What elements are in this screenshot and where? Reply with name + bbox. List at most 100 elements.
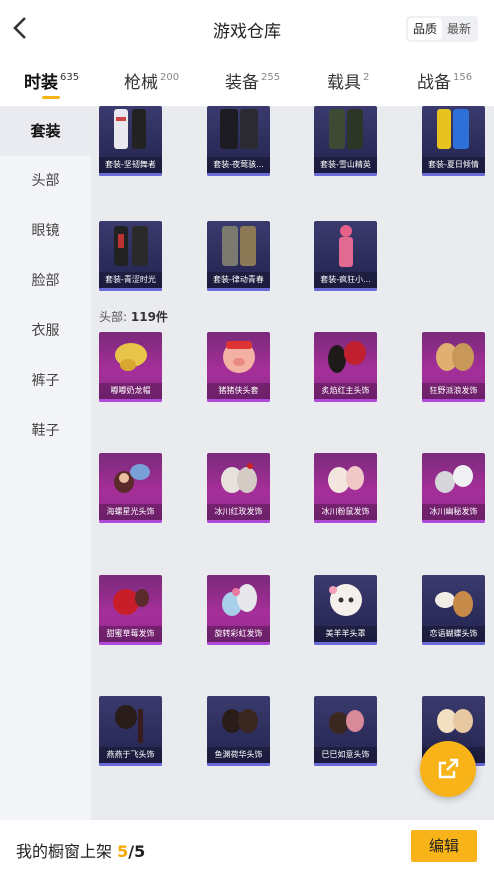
bun-hair-icon: [213, 698, 264, 744]
item-card[interactable]: 冰川红玫发饰: [207, 453, 270, 523]
item-label: 甜蜜草莓发饰: [99, 626, 162, 642]
item-label: 套装-夏日倾情: [422, 157, 485, 173]
tab-label: 时装: [24, 73, 58, 93]
sidebar-item-suits[interactable]: 套装: [0, 106, 91, 156]
sidebar-item-shoes[interactable]: 鞋子: [0, 406, 91, 456]
item-card[interactable]: 套装-坚韧舞者: [99, 106, 162, 176]
item-card[interactable]: 甜蜜草莓发饰: [99, 575, 162, 645]
section-prefix: 头部:: [99, 310, 128, 324]
tab-count: 200: [160, 72, 180, 83]
sort-quality-option[interactable]: 品质: [407, 18, 442, 40]
dark-outfit-icon: [213, 108, 264, 154]
item-label: 海螺星光头饰: [99, 504, 162, 520]
silver-hair-icon: [428, 455, 479, 501]
sheep-mask-icon: [320, 577, 371, 623]
item-label: 套装-青涩时光: [99, 272, 162, 288]
section-header-head: 头部: 119件: [99, 308, 168, 325]
red-hair-icon: [320, 334, 371, 380]
edit-button[interactable]: 编辑: [411, 830, 477, 862]
tab-count: 156: [453, 72, 473, 83]
item-card[interactable]: 燕燕于飞头饰: [99, 696, 162, 766]
tab-fashion[interactable]: 时装 635: [24, 68, 79, 93]
item-label: 旋转彩虹发饰: [207, 626, 270, 642]
item-label: 冰川幽秘发饰: [422, 504, 485, 520]
showcase-total: 5: [134, 842, 146, 861]
rose-hair-icon: [213, 455, 264, 501]
subcategory-sidebar: 套装 头部 眼镜 脸部 衣服 裤子 鞋子: [0, 106, 91, 820]
item-card[interactable]: 恋语蝴蝶头饰: [422, 575, 485, 645]
item-card[interactable]: 嘟嘟奶龙帽: [99, 332, 162, 402]
sort-newest-option[interactable]: 最新: [442, 18, 476, 40]
youth-outfit-icon: [213, 223, 264, 269]
tab-guns[interactable]: 枪械 200: [124, 68, 179, 93]
camo-outfit-icon: [320, 108, 371, 154]
item-card[interactable]: 美羊羊头罩: [314, 575, 377, 645]
sidebar-item-pants[interactable]: 裤子: [0, 356, 91, 406]
school-outfit-icon: [105, 223, 156, 269]
item-label: 套装-雪山精英: [314, 157, 377, 173]
pig-mask-icon: [213, 334, 264, 380]
item-label: 鱼渊荷华头饰: [207, 747, 270, 763]
rainbow-hair-icon: [213, 577, 264, 623]
category-tabs: 时装 635 枪械 200 装备 255 载具 2 战备 156: [0, 58, 494, 106]
showcase-footer: 我的橱窗上架 5/5 编辑: [0, 820, 494, 875]
braid-hair-icon: [105, 698, 156, 744]
showcase-label: 我的橱窗上架: [16, 842, 113, 861]
yellow-hat-icon: [105, 334, 156, 380]
item-label: 美羊羊头罩: [314, 626, 377, 642]
item-card[interactable]: 炙焰红主头饰: [314, 332, 377, 402]
pink-outfit-icon: [320, 223, 371, 269]
item-card[interactable]: 冰川粉鼠发饰: [314, 453, 377, 523]
item-card[interactable]: 狂野派浪发饰: [422, 332, 485, 402]
share-button[interactable]: [420, 741, 476, 797]
tab-supplies[interactable]: 战备 156: [417, 68, 472, 93]
item-grid: 套装-坚韧舞者 套装-夜莺骇... 套装-雪山精英 套装-夏日倾情 套装-青涩时…: [91, 106, 494, 820]
tab-count: 635: [60, 72, 80, 83]
item-label: 嘟嘟奶龙帽: [99, 383, 162, 399]
item-card[interactable]: 鱼渊荷华头饰: [207, 696, 270, 766]
strawberry-hair-icon: [105, 577, 156, 623]
item-card[interactable]: 巳巳如意头饰: [314, 696, 377, 766]
sort-toggle[interactable]: 品质 最新: [405, 16, 478, 42]
wavy-hair-icon: [428, 334, 479, 380]
item-label: 炙焰红主头饰: [314, 383, 377, 399]
item-label: 巳巳如意头饰: [314, 747, 377, 763]
sidebar-item-face[interactable]: 脸部: [0, 256, 91, 306]
tab-equipment[interactable]: 装备 255: [225, 68, 280, 93]
tab-vehicles[interactable]: 载具 2: [327, 68, 369, 93]
item-card[interactable]: 套装-律动青春: [207, 221, 270, 291]
item-label: 套装-坚韧舞者: [99, 157, 162, 173]
butterfly-hair-icon: [428, 577, 479, 623]
summer-outfit-icon: [428, 108, 479, 154]
sidebar-item-glasses[interactable]: 眼镜: [0, 206, 91, 256]
item-card[interactable]: 套装-疯狂小...: [314, 221, 377, 291]
item-card[interactable]: 套装-夜莺骇...: [207, 106, 270, 176]
showcase-status: 我的橱窗上架 5/5: [16, 838, 145, 862]
item-card[interactable]: 套装-青涩时光: [99, 221, 162, 291]
blonde-hair-icon: [428, 698, 479, 744]
item-label: 狂野派浪发饰: [422, 383, 485, 399]
tab-count: 2: [363, 72, 370, 83]
tab-count: 255: [261, 72, 281, 83]
top-bar: 游戏仓库 品质 最新: [0, 0, 494, 58]
active-tab-indicator: [42, 96, 60, 99]
section-count: 119件: [130, 310, 168, 324]
item-label: 套装-夜莺骇...: [207, 157, 270, 173]
item-card[interactable]: 猪猪侠头套: [207, 332, 270, 402]
item-label: 套装-疯狂小...: [314, 272, 377, 288]
pink-hair-icon: [320, 455, 371, 501]
pink-bun-icon: [320, 698, 371, 744]
item-label: 燕燕于飞头饰: [99, 747, 162, 763]
item-card[interactable]: 旋转彩虹发饰: [207, 575, 270, 645]
showcase-current: 5: [117, 842, 129, 861]
tab-label: 载具: [327, 73, 361, 93]
item-label: 冰川红玫发饰: [207, 504, 270, 520]
sidebar-item-head[interactable]: 头部: [0, 156, 91, 206]
sidebar-item-clothes[interactable]: 衣服: [0, 306, 91, 356]
item-label: 套装-律动青春: [207, 272, 270, 288]
item-card[interactable]: 套装-雪山精英: [314, 106, 377, 176]
item-card[interactable]: 套装-夏日倾情: [422, 106, 485, 176]
item-card[interactable]: 冰川幽秘发饰: [422, 453, 485, 523]
item-card[interactable]: 海螺星光头饰: [99, 453, 162, 523]
item-label: 恋语蝴蝶头饰: [422, 626, 485, 642]
